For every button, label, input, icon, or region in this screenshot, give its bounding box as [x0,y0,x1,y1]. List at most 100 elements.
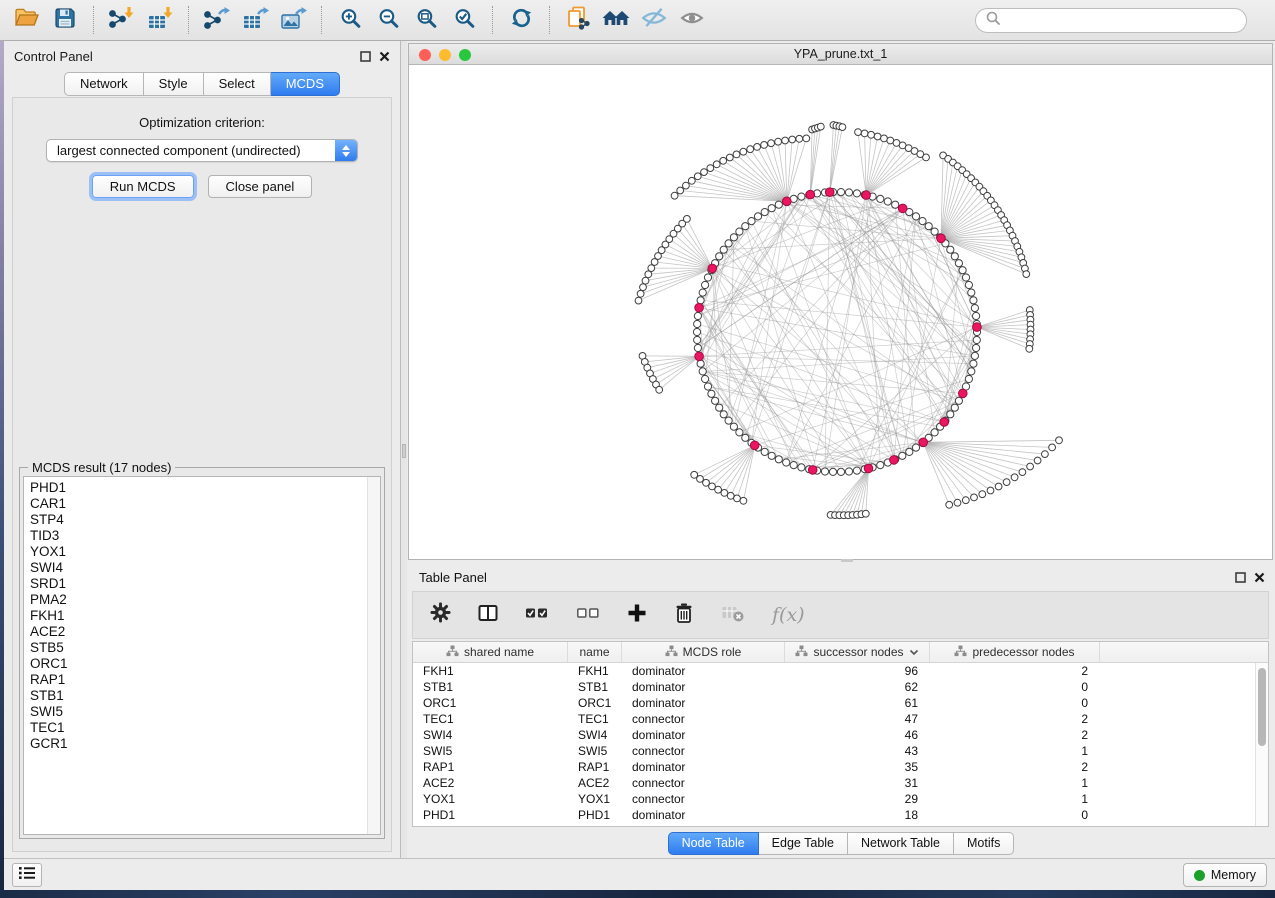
criterion-dropdown[interactable]: largest connected component (undirected) [46,139,358,162]
table-cell[interactable]: YOX1 [568,791,622,807]
zoom-fit-button[interactable] [407,4,445,36]
table-cell[interactable]: 35 [785,759,930,775]
tab-style[interactable]: Style [144,72,204,96]
node-table[interactable]: shared namenameMCDS rolesuccessor nodesp… [412,641,1269,827]
result-scrollbar[interactable] [367,477,380,834]
dropdown-stepper-icon[interactable] [335,140,357,161]
column-header-successor-nodes[interactable]: successor nodes [785,642,930,662]
table-cell[interactable]: YOX1 [413,791,568,807]
zoom-in-button[interactable] [331,4,369,36]
table-cell[interactable]: 1 [930,791,1100,807]
zoom-selected-button[interactable] [445,4,483,36]
table-row[interactable]: FKH1FKH1dominator962 [413,663,1255,679]
float-panel-icon[interactable] [360,49,371,67]
export-image-button[interactable] [274,4,312,36]
vertical-splitter[interactable] [400,41,407,858]
table-row[interactable]: STB1STB1dominator620 [413,679,1255,695]
table-cell[interactable]: ORC1 [568,695,622,711]
table-row[interactable]: TEC1TEC1connector472 [413,711,1255,727]
tab-mcds[interactable]: MCDS [271,72,340,96]
table-settings-button[interactable] [430,602,451,628]
table-cell[interactable]: 1 [930,775,1100,791]
close-panel-icon[interactable] [379,49,390,67]
table-cell[interactable]: 43 [785,743,930,759]
delete-column-button[interactable] [674,602,694,629]
table-cell[interactable]: FKH1 [568,663,622,679]
table-row[interactable]: SWI5SWI5connector431 [413,743,1255,759]
table-cell[interactable]: ACE2 [568,775,622,791]
table-tab-node-table[interactable]: Node Table [668,832,759,855]
import-network-button[interactable] [103,4,141,36]
add-column-button[interactable] [627,603,647,628]
search-input[interactable] [1006,11,1246,31]
table-cell[interactable]: TEC1 [568,711,622,727]
table-cell[interactable]: 18 [785,807,930,823]
table-cell[interactable]: 62 [785,679,930,695]
deselect-all-button[interactable] [576,606,600,625]
network-window[interactable]: YPA_prune.txt_1 [408,43,1273,560]
mcds-result-item[interactable]: CAR1 [24,496,380,512]
table-cell[interactable]: 31 [785,775,930,791]
table-cell[interactable]: TEC1 [413,711,568,727]
table-cell[interactable]: 0 [930,807,1100,823]
table-row[interactable]: RAP1RAP1dominator352 [413,759,1255,775]
first-neighbors-button[interactable] [597,4,635,36]
table-row[interactable]: ORC1ORC1dominator610 [413,695,1255,711]
column-header-name[interactable]: name [568,642,622,662]
table-cell[interactable]: PHD1 [568,807,622,823]
splitter-grip[interactable] [841,559,853,562]
hide-selected-button[interactable] [635,4,673,36]
table-cell[interactable]: SWI5 [568,743,622,759]
table-cell[interactable]: dominator [622,695,785,711]
column-header-predecessor-nodes[interactable]: predecessor nodes [930,642,1100,662]
table-cell[interactable]: STB1 [568,679,622,695]
network-canvas[interactable] [409,66,1272,559]
table-tab-motifs[interactable]: Motifs [954,832,1014,855]
tab-select[interactable]: Select [204,72,271,96]
table-cell[interactable]: dominator [622,759,785,775]
table-cell[interactable]: 2 [930,727,1100,743]
search-box[interactable] [975,8,1247,33]
table-cell[interactable]: RAP1 [568,759,622,775]
select-all-button[interactable] [525,606,549,625]
table-cell[interactable]: dominator [622,807,785,823]
mcds-result-item[interactable]: RAP1 [24,672,380,688]
tab-network[interactable]: Network [64,72,144,96]
export-network-button[interactable] [198,4,236,36]
close-panel-button[interactable]: Close panel [208,175,313,198]
table-cell[interactable]: 29 [785,791,930,807]
table-cell[interactable]: connector [622,775,785,791]
table-row[interactable]: YOX1YOX1connector291 [413,791,1255,807]
table-cell[interactable]: 2 [930,663,1100,679]
mcds-result-item[interactable]: FKH1 [24,608,380,624]
memory-button[interactable]: Memory [1183,863,1267,887]
mcds-result-listbox[interactable]: PHD1CAR1STP4TID3YOX1SWI4SRD1PMA2FKH1ACE2… [23,476,381,835]
table-row[interactable]: ACE2ACE2connector311 [413,775,1255,791]
table-cell[interactable]: connector [622,791,785,807]
splitter-grip[interactable] [402,444,406,458]
table-cell[interactable]: dominator [622,679,785,695]
close-panel-icon[interactable] [1254,570,1265,588]
table-cell[interactable]: 61 [785,695,930,711]
table-cell[interactable]: 0 [930,679,1100,695]
table-cell[interactable]: connector [622,743,785,759]
table-cell[interactable]: 1 [930,743,1100,759]
table-scrollbar[interactable] [1255,663,1268,826]
table-cell[interactable]: 46 [785,727,930,743]
float-panel-icon[interactable] [1235,570,1246,588]
table-cell[interactable]: 0 [930,695,1100,711]
mcds-result-item[interactable]: STB1 [24,688,380,704]
table-cell[interactable]: PHD1 [413,807,568,823]
mcds-result-item[interactable]: SRD1 [24,576,380,592]
run-mcds-button[interactable]: Run MCDS [92,175,194,198]
mcds-result-item[interactable]: PHD1 [24,480,380,496]
table-row[interactable]: PHD1PHD1dominator180 [413,807,1255,823]
table-cell[interactable]: SWI5 [413,743,568,759]
show-columns-button[interactable] [478,604,498,627]
open-file-button[interactable] [8,4,46,36]
table-cell[interactable]: SWI4 [413,727,568,743]
table-cell[interactable]: connector [622,711,785,727]
mcds-result-item[interactable]: SWI4 [24,560,380,576]
mcds-result-item[interactable]: ACE2 [24,624,380,640]
mcds-result-item[interactable]: STB5 [24,640,380,656]
